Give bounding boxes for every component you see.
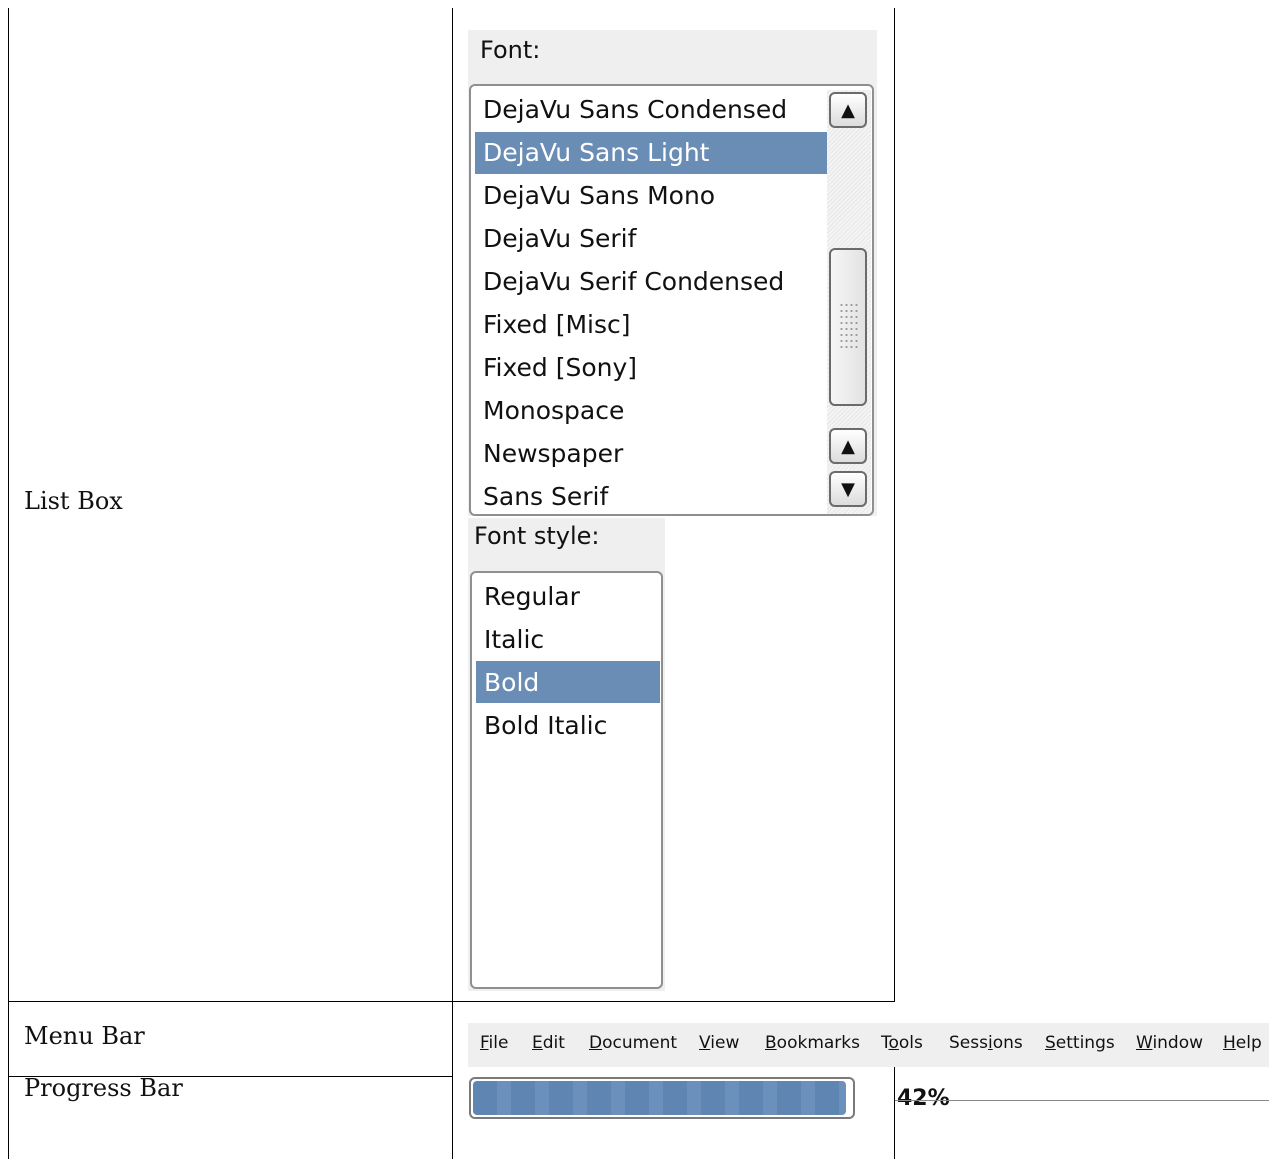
menu-help[interactable]: Help xyxy=(1223,1033,1262,1053)
style-list-item[interactable]: Regular xyxy=(484,575,580,618)
font-style-listbox[interactable]: Regular Italic Bold Bold Italic xyxy=(470,571,663,989)
menu-window[interactable]: Window xyxy=(1136,1033,1203,1053)
scroll-up-button-top[interactable]: ▲ xyxy=(829,92,867,128)
menu-items: File Edit Document View Bookmarks Tools Sessio… xyxy=(468,1023,1269,1067)
font-label: Font: xyxy=(480,36,541,64)
table-row-divider xyxy=(8,1001,895,1002)
scroll-down-button[interactable]: ▼ xyxy=(829,471,867,507)
progress-bar xyxy=(469,1077,855,1119)
font-list-item[interactable]: DejaVu Serif Condensed xyxy=(483,260,784,303)
table-column-divider-right xyxy=(894,8,895,1002)
table-border-left xyxy=(8,8,9,1159)
menu-view[interactable]: View xyxy=(699,1033,739,1053)
menu-edit[interactable]: Edit xyxy=(532,1033,565,1053)
progress-row-top-line xyxy=(895,1100,1269,1101)
font-list-item[interactable]: DejaVu Sans Condensed xyxy=(483,88,787,131)
menu-document[interactable]: Document xyxy=(589,1033,677,1053)
font-scrollbar-thumb[interactable] xyxy=(829,248,867,406)
table-row-divider-right xyxy=(894,1061,895,1159)
font-listbox[interactable]: DejaVu Sans Condensed DejaVu Sans Light De… xyxy=(469,84,874,516)
font-list-item[interactable]: DejaVu Serif xyxy=(483,217,636,260)
scroll-up-button[interactable]: ▲ xyxy=(829,428,867,464)
up-arrow-icon: ▲ xyxy=(841,99,855,121)
font-list-item[interactable]: Sans Serif xyxy=(483,475,608,514)
menu-sessions[interactable]: Sessions xyxy=(949,1033,1023,1053)
row-label-menu-bar: Menu Bar xyxy=(24,1022,145,1050)
row-label-list-box: List Box xyxy=(24,487,123,515)
menu-tools[interactable]: Tools xyxy=(881,1033,923,1053)
font-list-item[interactable]: Fixed [Misc] xyxy=(483,303,631,346)
font-style-label: Font style: xyxy=(474,522,600,550)
menu-bar: File Edit Document View Bookmarks Tools Sessio… xyxy=(468,1023,1269,1067)
style-list-item[interactable]: Bold Italic xyxy=(484,704,607,747)
progress-label: 42% xyxy=(897,1086,950,1111)
table-column-divider xyxy=(452,8,453,1159)
style-list-item[interactable]: Bold xyxy=(484,661,539,704)
font-list-item[interactable]: Fixed [Sony] xyxy=(483,346,637,389)
down-arrow-icon: ▼ xyxy=(841,478,855,500)
font-list-item[interactable]: DejaVu Sans Mono xyxy=(483,174,715,217)
row-label-progress-bar: Progress Bar xyxy=(24,1074,183,1102)
style-list-item[interactable]: Italic xyxy=(484,618,544,661)
grip-icon xyxy=(839,302,859,352)
up-arrow-icon: ▲ xyxy=(841,435,855,457)
progress-fill xyxy=(473,1081,846,1115)
font-list-item[interactable]: Newspaper xyxy=(483,432,623,475)
menu-bookmarks[interactable]: Bookmarks xyxy=(765,1033,860,1053)
menu-settings[interactable]: Settings xyxy=(1045,1033,1115,1053)
menu-file[interactable]: File xyxy=(480,1033,508,1053)
font-list-item[interactable]: DejaVu Sans Light xyxy=(483,131,710,174)
font-list-item[interactable]: Monospace xyxy=(483,389,624,432)
